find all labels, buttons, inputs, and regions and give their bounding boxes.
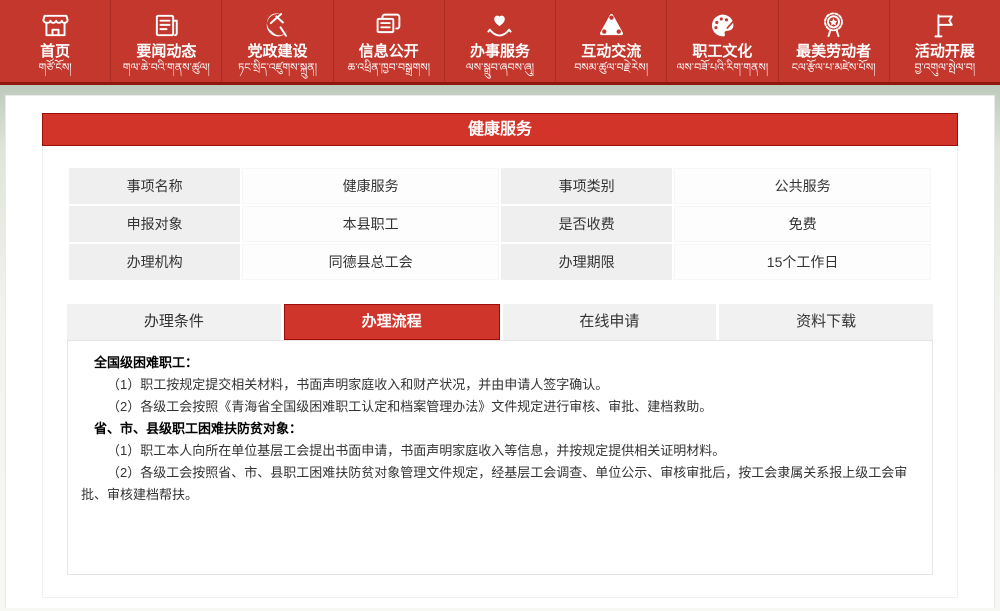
table-row: 事项名称 健康服务 事项类别 公共服务 (69, 168, 931, 204)
nav-label-zh: 办事服务 (445, 43, 555, 60)
nav-item-home[interactable]: 首页 གཙོ་ངོས། (0, 0, 111, 82)
table-row: 办理机构 同德县总工会 办理期限 15个工作日 (69, 244, 931, 280)
field-label-applicant: 申报对象 (69, 206, 240, 242)
nav-item-model-workers[interactable]: 最美劳动者 ངལ་རྩོལ་པ་མཛེས་པོས། (779, 0, 890, 82)
nav-item-information-disclosure[interactable]: 信息公开 ཆ་འཕྲིན་ཁྱབ་བསྒྲགས། (334, 0, 445, 82)
nav-label-zh: 首页 (0, 43, 110, 60)
nav-item-services[interactable]: 办事服务 ལས་སྒྲུབ་ཞབས་ཞུ། (445, 0, 556, 82)
nav-label-tibetan: ཆ་འཕྲིན་ཁྱབ་བསྒྲགས། (334, 61, 444, 75)
service-detail-card: 健康服务 事项名称 健康服务 事项类别 公共服务 申报对象 本县职工 是否收费 … (42, 113, 958, 598)
procedure-heading: 省、市、县级职工困难扶防贫对象： (81, 418, 919, 440)
flag-icon (890, 9, 1000, 41)
nav-label-tibetan: ཏང་སྲིད་འཛུགས་སྐྲུན། (222, 61, 332, 75)
nav-label-tibetan: གཙོ་ངོས། (0, 61, 110, 75)
home-store-icon (0, 9, 110, 41)
page-title: 健康服务 (42, 113, 958, 146)
nav-item-interaction[interactable]: 互动交流 བསམ་ཚུལ་བརྗེ་རེས། (556, 0, 667, 82)
heart-hands-icon (445, 9, 555, 41)
table-row: 申报对象 本县职工 是否收费 免费 (69, 206, 931, 242)
tab-procedure[interactable]: 办理流程 (284, 304, 500, 340)
nav-label-zh: 活动开展 (890, 43, 1000, 60)
tab-online-application[interactable]: 在线申请 (503, 304, 717, 340)
field-value-item-name: 健康服务 (242, 168, 499, 204)
nav-item-activities[interactable]: 活动开展 བྱ་འགུལ་སྤེལ་བ། (890, 0, 1000, 82)
procedure-step: （2）各级工会按照省、市、县职工困难扶防贫对象管理文件规定，经基层工会调查、单位… (81, 462, 919, 506)
network-icon (556, 9, 666, 41)
nav-label-zh: 职工文化 (667, 43, 777, 60)
procedure-step: （1）职工按规定提交相关材料，书面声明家庭收入和财产状况，并由申请人签字确认。 (81, 374, 919, 396)
documents-icon (334, 9, 444, 41)
tab-conditions[interactable]: 办理条件 (67, 304, 281, 340)
field-label-agency: 办理机构 (69, 244, 240, 280)
procedure-step: （2）各级工会按照《青海省全国级困难职工认定和档案管理办法》文件规定进行审核、审… (81, 396, 919, 418)
nav-item-news[interactable]: 要闻动态 གལ་ཆེ་བའི་གནས་ཚུལ། (111, 0, 222, 82)
field-label-item-category: 事项类别 (501, 168, 672, 204)
field-value-deadline: 15个工作日 (674, 244, 931, 280)
field-value-applicant: 本县职工 (242, 206, 499, 242)
newspaper-icon (111, 9, 221, 41)
field-value-agency: 同德县总工会 (242, 244, 499, 280)
detail-tabs: 办理条件 办理流程 在线申请 资料下载 (67, 304, 933, 340)
field-label-item-name: 事项名称 (69, 168, 240, 204)
top-navigation: 首页 གཙོ་ངོས། 要闻动态 གལ་ཆེ་བའི་གནས་ཚུལ། 党政建设… (0, 0, 1000, 85)
nav-label-zh: 要闻动态 (111, 43, 221, 60)
nav-label-tibetan: གལ་ཆེ་བའི་གནས་ཚུལ། (111, 61, 221, 75)
party-emblem-icon (222, 9, 332, 41)
service-info-table: 事项名称 健康服务 事项类别 公共服务 申报对象 本县职工 是否收费 免费 办理… (67, 166, 933, 282)
field-value-fee: 免费 (674, 206, 931, 242)
procedure-content: 全国级困难职工： （1）职工按规定提交相关材料，书面声明家庭收入和财产状况，并由… (67, 340, 933, 575)
field-label-fee: 是否收费 (501, 206, 672, 242)
nav-label-tibetan: ལས་སྒྲུབ་ཞབས་ཞུ། (445, 61, 555, 75)
tab-downloads[interactable]: 资料下载 (719, 304, 933, 340)
card-body: 事项名称 健康服务 事项类别 公共服务 申报对象 本县职工 是否收费 免费 办理… (42, 146, 958, 598)
nav-label-tibetan: ལས་བཟོ་པའི་རིག་གནས། (667, 61, 777, 75)
field-value-item-category: 公共服务 (674, 168, 931, 204)
nav-label-zh: 最美劳动者 (779, 43, 889, 60)
main-panel: 健康服务 事项名称 健康服务 事项类别 公共服务 申报对象 本县职工 是否收费 … (5, 95, 995, 608)
nav-item-party-building[interactable]: 党政建设 ཏང་སྲིད་འཛུགས་སྐྲུན། (222, 0, 333, 82)
field-label-deadline: 办理期限 (501, 244, 672, 280)
nav-label-zh: 党政建设 (222, 43, 332, 60)
nav-label-tibetan: ངལ་རྩོལ་པ་མཛེས་པོས། (779, 61, 889, 75)
medal-icon (779, 9, 889, 41)
palette-icon (667, 9, 777, 41)
nav-item-worker-culture[interactable]: 职工文化 ལས་བཟོ་པའི་རིག་གནས། (667, 0, 778, 82)
nav-label-zh: 信息公开 (334, 43, 444, 60)
nav-label-zh: 互动交流 (556, 43, 666, 60)
nav-label-tibetan: བསམ་ཚུལ་བརྗེ་རེས། (556, 61, 666, 75)
procedure-heading: 全国级困难职工： (81, 352, 919, 374)
nav-label-tibetan: བྱ་འགུལ་སྤེལ་བ། (890, 61, 1000, 75)
procedure-step: （1）职工本人向所在单位基层工会提出书面申请，书面声明家庭收入等信息，并按规定提… (81, 440, 919, 462)
